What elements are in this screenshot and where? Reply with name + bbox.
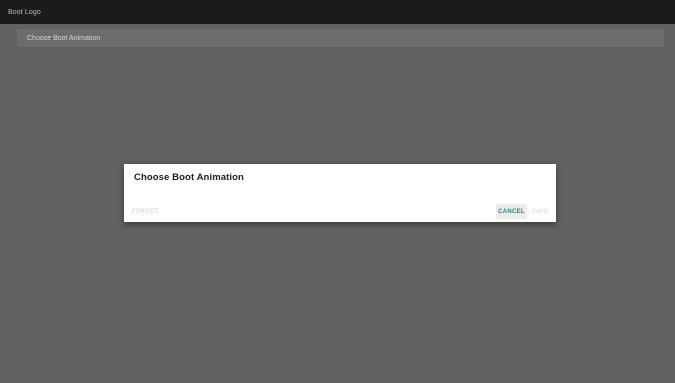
- list-item-label: Choose Boot Animation: [27, 34, 101, 42]
- app-bar: Boot Logo: [0, 0, 675, 24]
- dialog-title: Choose Boot Animation: [134, 172, 244, 183]
- cancel-button[interactable]: CANCEL: [496, 204, 527, 219]
- list-item-choose-boot-animation[interactable]: Choose Boot Animation: [17, 29, 664, 47]
- forget-button[interactable]: FORGET: [130, 204, 160, 219]
- app-bar-title: Boot Logo: [8, 8, 41, 16]
- save-button[interactable]: SAVE: [529, 204, 551, 219]
- choose-boot-animation-dialog: Choose Boot Animation FORGET CANCEL SAVE: [124, 164, 556, 222]
